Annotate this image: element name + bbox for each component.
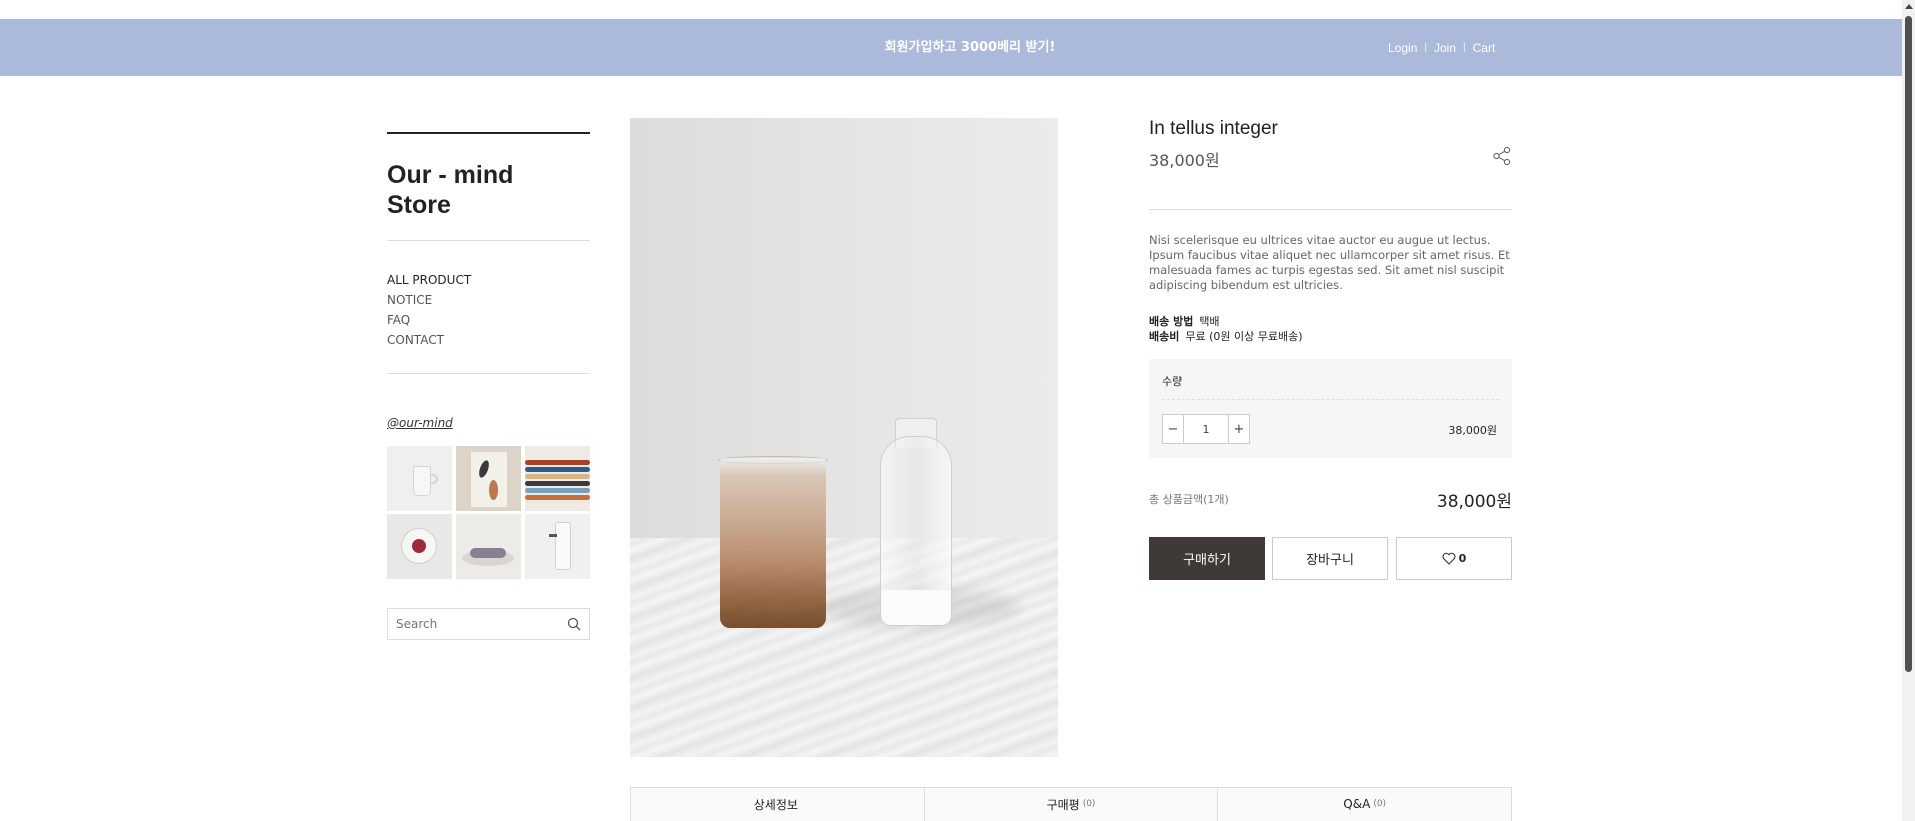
tab-label: Q&A: [1343, 797, 1371, 811]
line-price: 38,000원: [1448, 424, 1497, 437]
login-link[interactable]: Login: [1388, 41, 1417, 55]
instagram-thumb[interactable]: [525, 514, 590, 579]
info-divider: [1149, 209, 1512, 210]
store-title-line1: Our - mind: [387, 161, 514, 189]
heart-icon: [1442, 552, 1456, 565]
cart-link[interactable]: Cart: [1473, 41, 1496, 55]
wishlist-button[interactable]: 0: [1396, 537, 1512, 580]
instagram-thumb[interactable]: [456, 446, 521, 511]
tab-qna[interactable]: Q&A (0): [1218, 788, 1511, 821]
tab-count: (0): [1082, 799, 1096, 809]
tab-count: (0): [1373, 799, 1387, 809]
quantity-divider: [1162, 399, 1499, 400]
nav-all-product[interactable]: ALL PRODUCT: [387, 270, 471, 290]
share-icon[interactable]: [1492, 146, 1512, 166]
search-box: [387, 608, 590, 640]
search-input[interactable]: [388, 609, 558, 639]
tab-details[interactable]: 상세정보: [631, 788, 925, 821]
store-title-line2: Store: [387, 191, 451, 219]
nav-contact[interactable]: CONTACT: [387, 330, 471, 350]
instagram-thumb[interactable]: [387, 514, 452, 579]
instagram-thumb[interactable]: [525, 446, 590, 511]
tab-label: 구매평: [1046, 797, 1080, 812]
nav-faq[interactable]: FAQ: [387, 310, 471, 330]
minus-icon[interactable]: −: [1162, 414, 1184, 444]
instagram-thumb[interactable]: [456, 514, 521, 579]
store-title[interactable]: Our - mind Store: [387, 160, 590, 220]
wishlist-count: 0: [1458, 552, 1467, 565]
quantity-stepper: − 1 +: [1162, 414, 1250, 444]
plus-icon[interactable]: +: [1228, 414, 1250, 444]
total-label: 총 상품금액(1개): [1149, 493, 1229, 506]
join-link[interactable]: Join: [1434, 41, 1456, 55]
shipping-info: 배송 방법 택배 배송비 무료 (0원 이상 무료배송): [1149, 314, 1303, 344]
quantity-panel: 수량 − 1 + 38,000원: [1149, 359, 1512, 458]
shipping-method-label: 배송 방법: [1149, 315, 1194, 328]
quantity-value[interactable]: 1: [1184, 414, 1228, 444]
top-links: Login | Join | Cart: [1388, 19, 1495, 76]
link-separator: |: [1424, 42, 1427, 53]
scroll-up-arrow-icon[interactable]: [1905, 4, 1913, 9]
instagram-feed: [387, 446, 590, 579]
add-to-cart-button[interactable]: 장바구니: [1272, 537, 1388, 580]
tab-label: 상세정보: [753, 797, 798, 812]
product-image[interactable]: [630, 118, 1058, 757]
shipping-method-row: 배송 방법 택배: [1149, 314, 1303, 329]
product-name: In tellus integer: [1149, 118, 1278, 139]
sidebar-nav: ALL PRODUCT NOTICE FAQ CONTACT: [387, 270, 471, 350]
product-tabs: 상세정보 구매평 (0) Q&A (0): [630, 787, 1512, 821]
sidebar-top-rule: [387, 132, 590, 134]
promo-text[interactable]: 회원가입하고 3000베리 받기!: [0, 19, 1915, 76]
link-separator: |: [1463, 42, 1466, 53]
tab-reviews[interactable]: 구매평 (0): [925, 788, 1219, 821]
total-price: 38,000원: [1436, 492, 1512, 512]
promo-banner: 회원가입하고 3000베리 받기! Login | Join | Cart: [0, 19, 1902, 76]
shipping-fee-value: 무료 (0원 이상 무료배송): [1185, 330, 1303, 343]
nav-notice[interactable]: NOTICE: [387, 290, 471, 310]
sidebar-divider: [387, 240, 590, 241]
buy-button[interactable]: 구매하기: [1149, 537, 1265, 580]
shipping-method-value: 택배: [1199, 315, 1220, 328]
product-price: 38,000원: [1149, 151, 1220, 170]
scrollbar[interactable]: [1902, 0, 1915, 821]
product-description: Nisi scelerisque eu ultrices vitae aucto…: [1149, 233, 1510, 292]
instagram-handle[interactable]: @our-mind: [387, 416, 453, 430]
search-icon[interactable]: [567, 617, 581, 631]
shipping-fee-row: 배송비 무료 (0원 이상 무료배송): [1149, 329, 1303, 344]
top-strip: [0, 0, 1902, 19]
quantity-label: 수량: [1162, 375, 1183, 388]
instagram-thumb[interactable]: [387, 446, 452, 511]
scroll-thumb[interactable]: [1905, 16, 1912, 672]
sidebar-divider: [387, 373, 590, 374]
shipping-fee-label: 배송비: [1149, 330, 1180, 343]
